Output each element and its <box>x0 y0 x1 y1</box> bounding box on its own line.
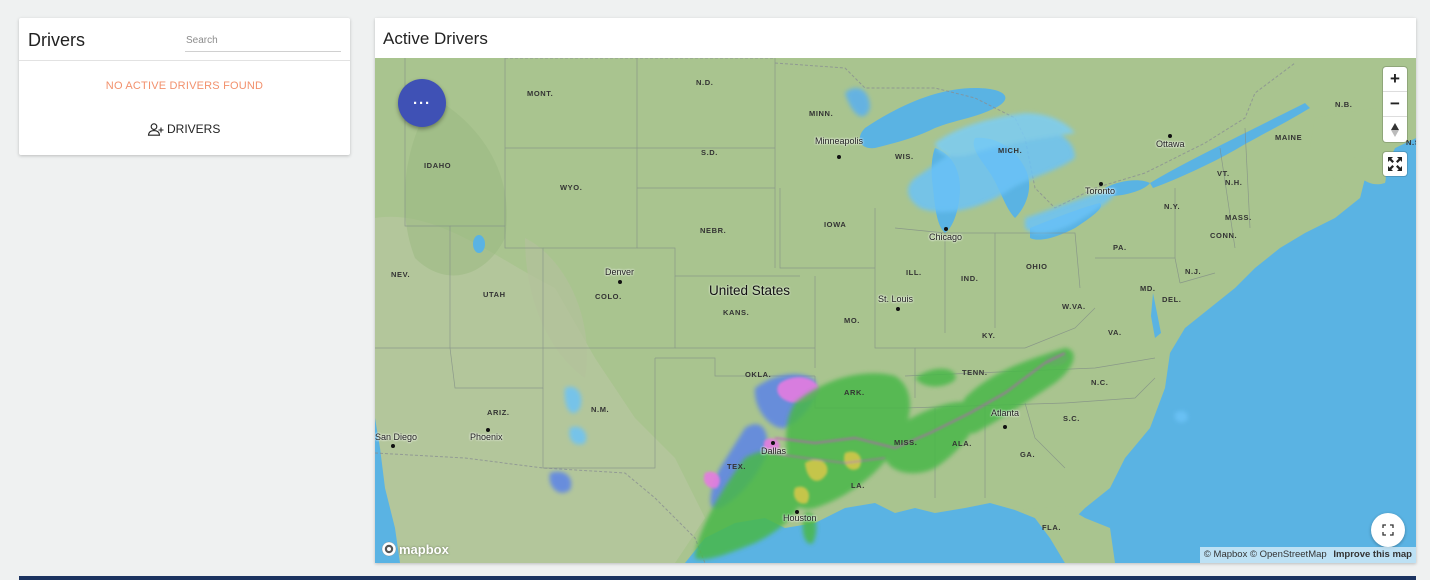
city-label: Chicago <box>929 232 963 242</box>
footer-bar <box>19 576 1416 580</box>
mapbox-attribution-link[interactable]: © Mapbox <box>1204 549 1247 560</box>
mapbox-logo[interactable]: mapbox <box>381 541 449 557</box>
city-label: Atlanta <box>991 408 1020 418</box>
fullscreen-icon <box>1388 157 1402 171</box>
state-label: MASS. <box>1225 213 1252 222</box>
drivers-panel-header: Drivers <box>19 18 350 61</box>
expand-map-button[interactable] <box>1371 513 1405 547</box>
map-menu-button[interactable]: ··· <box>398 79 446 127</box>
city-dot <box>896 307 900 311</box>
country-label: United States <box>709 283 791 298</box>
state-label: NEBR. <box>700 226 727 235</box>
state-label: NEV. <box>391 270 411 279</box>
active-drivers-title: Active Drivers <box>383 29 488 48</box>
city-dot <box>1003 425 1007 429</box>
city-label: Minneapolis <box>815 136 864 146</box>
state-label: COLO. <box>595 292 622 301</box>
map-view[interactable]: MONT. N.D. MINN. S.D. IDAHO WYO. WIS. MI… <box>375 58 1416 563</box>
state-label: OHIO <box>1026 262 1048 271</box>
mapbox-logo-text: mapbox <box>399 541 449 557</box>
osm-attribution-link[interactable]: © OpenStreetMap <box>1250 549 1327 560</box>
city-dot <box>771 441 775 445</box>
state-label: IND. <box>961 274 979 283</box>
drivers-panel-title: Drivers <box>28 30 85 50</box>
state-label: MICH. <box>998 146 1023 155</box>
state-label: ARK. <box>844 388 865 397</box>
expand-icon <box>1382 524 1394 536</box>
state-label: N.D. <box>696 78 714 87</box>
state-label: MD. <box>1140 284 1156 293</box>
active-drivers-panel: Active Drivers MONT. N.D. MINN. S.D. IDA… <box>375 18 1416 563</box>
drivers-panel: Drivers NO ACTIVE DRIVERS FOUND DRIVERS <box>19 18 350 155</box>
state-label: ALA. <box>952 439 972 448</box>
state-label: N.H. <box>1225 178 1243 187</box>
state-label: WYO. <box>560 183 583 192</box>
city-dot <box>391 444 395 448</box>
state-label: VA. <box>1108 328 1122 337</box>
state-label: WIS. <box>895 152 914 161</box>
state-label: ILL. <box>906 268 922 277</box>
zoom-in-button[interactable]: + <box>1383 67 1407 92</box>
add-drivers-button[interactable]: DRIVERS <box>147 119 220 139</box>
state-label: N.S. <box>1406 138 1416 147</box>
city-dot <box>618 280 622 284</box>
state-label: KY. <box>982 331 996 340</box>
state-label: FLA. <box>1042 523 1062 532</box>
state-label: N.M. <box>591 405 610 414</box>
state-label: MISS. <box>894 438 918 447</box>
state-label: VT. <box>1217 169 1230 178</box>
state-label: S.D. <box>701 148 718 157</box>
zoom-out-button[interactable]: − <box>1383 92 1407 117</box>
city-label: Denver <box>605 267 635 277</box>
compass-button[interactable] <box>1383 117 1407 142</box>
city-dot <box>837 155 841 159</box>
state-label: LA. <box>851 481 865 490</box>
state-label: MAINE <box>1275 133 1303 142</box>
state-label: CONN. <box>1210 231 1238 240</box>
city-label: San Diego <box>375 432 418 442</box>
add-drivers-label: DRIVERS <box>167 122 221 136</box>
compass-icon <box>1391 122 1399 137</box>
city-label: St. Louis <box>878 294 914 304</box>
state-label: MINN. <box>809 109 834 118</box>
city-label: Dallas <box>761 446 787 456</box>
fullscreen-button[interactable] <box>1383 152 1407 176</box>
state-label: N.B. <box>1335 100 1353 109</box>
state-label: TEX. <box>727 462 747 471</box>
state-label: N.J. <box>1185 267 1202 276</box>
state-label: GA. <box>1020 450 1036 459</box>
state-label: KANS. <box>723 308 750 317</box>
state-label: MONT. <box>527 89 554 98</box>
state-label: W.VA. <box>1062 302 1086 311</box>
state-label: IDAHO <box>424 161 452 170</box>
map-base-layer <box>375 58 1416 563</box>
city-dot <box>1168 134 1172 138</box>
city-label: Phoenix <box>470 432 503 442</box>
empty-drivers-message: NO ACTIVE DRIVERS FOUND <box>105 80 264 92</box>
city-label: Houston <box>783 513 817 523</box>
state-label: N.Y. <box>1164 202 1181 211</box>
state-label: MO. <box>844 316 860 325</box>
state-label: IOWA <box>824 220 847 229</box>
state-label: ARIZ. <box>487 408 510 417</box>
state-label: DEL. <box>1162 295 1182 304</box>
state-label: TENN. <box>962 368 988 377</box>
state-label: S.C. <box>1063 414 1080 423</box>
map-attribution: © Mapbox © OpenStreetMap Improve this ma… <box>1199 547 1416 563</box>
improve-map-link[interactable]: Improve this map <box>1333 549 1412 560</box>
state-label: PA. <box>1113 243 1127 252</box>
zoom-controls: + − <box>1383 67 1407 142</box>
city-label: Toronto <box>1085 186 1116 196</box>
state-label: UTAH <box>483 290 506 299</box>
person-add-icon <box>147 122 164 136</box>
city-label: Ottawa <box>1156 139 1185 149</box>
state-label: OKLA. <box>745 370 772 379</box>
mapbox-logo-icon <box>381 541 397 557</box>
city-dot <box>944 227 948 231</box>
state-label: N.C. <box>1091 378 1109 387</box>
drivers-search-input[interactable] <box>185 30 341 52</box>
